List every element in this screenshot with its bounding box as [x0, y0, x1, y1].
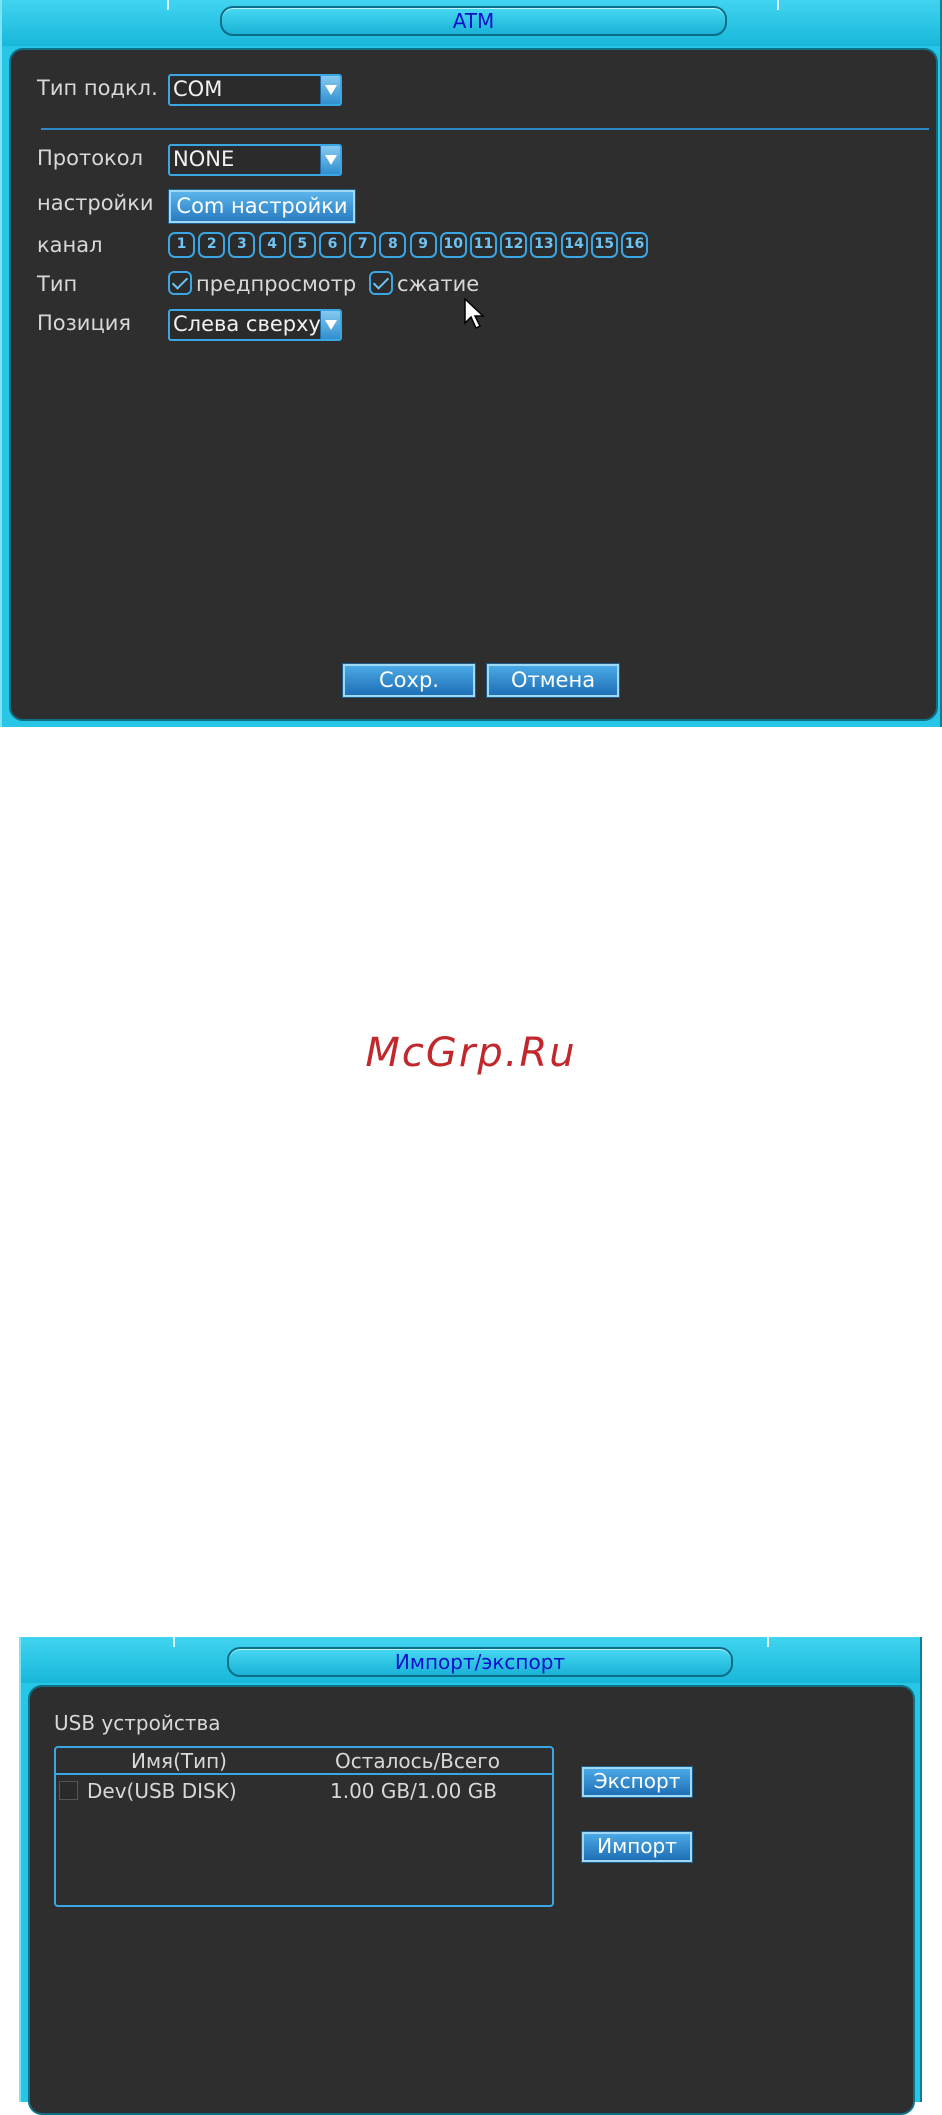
conn-type-label: Тип подкл. — [37, 76, 158, 100]
protocol-label: Протокол — [37, 146, 144, 170]
cancel-button[interactable]: Отмена — [486, 663, 620, 698]
com-settings-button[interactable]: Com настройки — [168, 189, 356, 224]
channel-checkbox-12[interactable]: 12 — [500, 232, 528, 258]
protocol-dropdown[interactable]: NONE — [168, 144, 342, 176]
usb-devices-label: USB устройства — [54, 1711, 221, 1735]
channel-checkbox-3[interactable]: 3 — [228, 232, 256, 258]
import-export-panel: USB устройства Имя(Тип) Осталось/Всего D… — [28, 1685, 915, 2115]
section-divider — [41, 128, 929, 130]
atm-dialog-title: ATM — [220, 6, 727, 36]
position-value: Слева сверху — [173, 312, 321, 336]
column-header-space[interactable]: Осталось/Всего — [335, 1749, 500, 1773]
chevron-down-icon[interactable] — [320, 146, 340, 174]
channel-checkbox-15[interactable]: 15 — [590, 232, 618, 258]
channel-label: канал — [37, 233, 103, 257]
channel-checkbox-5[interactable]: 5 — [288, 232, 316, 258]
position-label: Позиция — [37, 311, 132, 335]
channel-checkbox-9[interactable]: 9 — [409, 232, 437, 258]
settings-label: настройки — [37, 191, 154, 215]
frame-tick — [767, 1637, 769, 1647]
conn-type-value: COM — [173, 77, 223, 101]
channel-checkbox-14[interactable]: 14 — [560, 232, 588, 258]
channel-checkbox-6[interactable]: 6 — [319, 232, 346, 258]
position-dropdown[interactable]: Слева сверху — [168, 309, 342, 341]
channel-checkbox-1[interactable]: 1 — [168, 232, 195, 258]
usb-device-table: Имя(Тип) Осталось/Всего Dev(USB DISK) 1.… — [54, 1746, 554, 1907]
chevron-down-icon[interactable] — [320, 311, 340, 339]
channel-checkbox-11[interactable]: 11 — [470, 232, 497, 258]
device-space: 1.00 GB/1.00 GB — [330, 1779, 497, 1803]
table-header: Имя(Тип) Осталось/Всего — [56, 1748, 552, 1775]
channel-checkbox-10[interactable]: 10 — [439, 232, 467, 258]
table-row[interactable]: Dev(USB DISK) 1.00 GB/1.00 GB — [56, 1778, 552, 1806]
import-export-title: Импорт/экспорт — [227, 1647, 733, 1677]
conn-type-dropdown[interactable]: COM — [168, 74, 342, 106]
import-export-dialog: Импорт/экспорт USB устройства Имя(Тип) О… — [19, 1637, 922, 2115]
atm-dialog: ATM Тип подкл. COM Протокол NONE настрой… — [0, 0, 942, 727]
preview-label: предпросмотр — [196, 272, 357, 296]
compress-label: сжатие — [397, 272, 480, 296]
compress-checkbox[interactable] — [369, 271, 393, 295]
frame-tick — [167, 0, 169, 10]
frame-tick — [173, 1637, 175, 1647]
type-label: Тип — [37, 272, 78, 296]
channel-checkbox-4[interactable]: 4 — [258, 232, 286, 258]
chevron-down-icon[interactable] — [320, 76, 340, 104]
device-name: Dev(USB DISK) — [87, 1779, 237, 1803]
export-button[interactable]: Экспорт — [581, 1766, 693, 1798]
protocol-value: NONE — [173, 147, 235, 171]
column-header-name[interactable]: Имя(Тип) — [131, 1749, 227, 1773]
channel-checkbox-13[interactable]: 13 — [530, 232, 558, 258]
save-button[interactable]: Сохр. — [342, 663, 476, 698]
frame-tick — [777, 0, 779, 10]
channel-checkbox-8[interactable]: 8 — [379, 232, 407, 258]
mouse-cursor-icon — [464, 298, 485, 330]
channel-checkbox-7[interactable]: 7 — [349, 232, 377, 258]
import-button[interactable]: Импорт — [581, 1831, 693, 1863]
preview-checkbox[interactable] — [168, 271, 192, 295]
atm-panel: Тип подкл. COM Протокол NONE настройки C… — [9, 48, 938, 721]
watermark: McGrp.Ru — [365, 1030, 577, 1076]
channel-checkbox-16[interactable]: 16 — [621, 232, 648, 258]
row-checkbox[interactable] — [59, 1781, 78, 1800]
channel-checkbox-2[interactable]: 2 — [198, 232, 226, 258]
